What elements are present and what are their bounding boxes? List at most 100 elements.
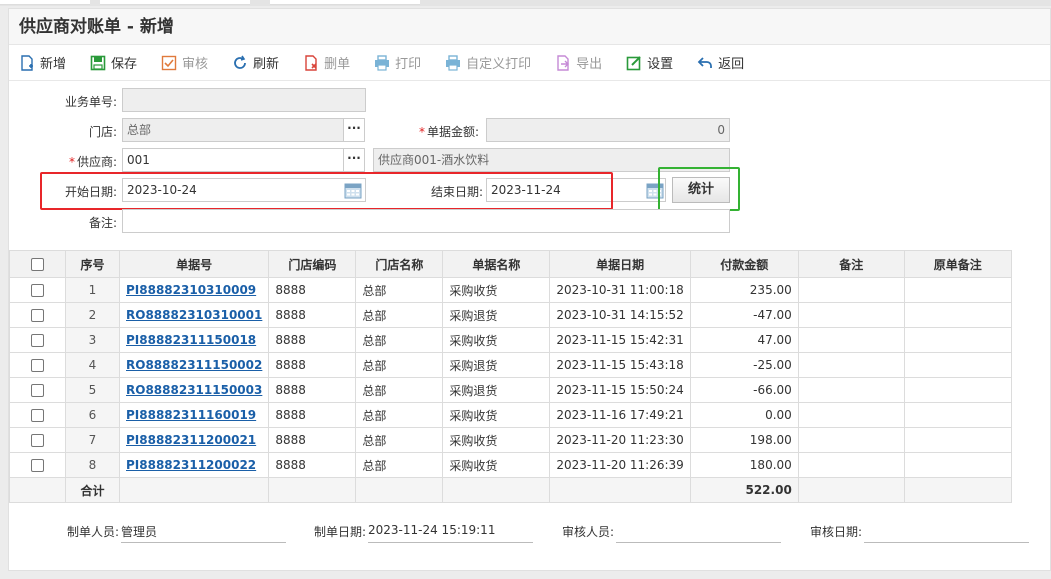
doc-no-link[interactable]: RO88882311150002: [118, 352, 270, 378]
table-row[interactable]: 8 PI88882311200022 8888 总部 采购收货 2023-11-20 11…: [9, 452, 1012, 478]
remark-cell[interactable]: [797, 452, 905, 478]
row-checkbox[interactable]: [31, 334, 44, 347]
total-amount: 522.00: [689, 477, 799, 503]
toolbar-button-refresh[interactable]: 刷新: [232, 53, 279, 72]
store-picker-button[interactable]: ···: [343, 118, 365, 142]
store-name-cell: 总部: [355, 427, 444, 453]
col-header: 单据名称: [442, 250, 551, 278]
select-all-checkbox[interactable]: [31, 258, 44, 271]
row-checkbox[interactable]: [31, 409, 44, 422]
row-checkbox[interactable]: [31, 309, 44, 322]
total-empty-cell: [549, 477, 691, 503]
toolbar-button-custom-print[interactable]: 自定义打印: [445, 53, 531, 72]
doc-no-link[interactable]: RO88882311150003: [118, 377, 270, 403]
supplier-picker-button[interactable]: ···: [343, 148, 365, 172]
toolbar-button-label: 审核: [182, 57, 209, 72]
store-code-cell: 8888: [268, 277, 357, 303]
remark-cell[interactable]: [797, 302, 905, 328]
remark-cell[interactable]: [797, 277, 905, 303]
store-field[interactable]: 总部: [122, 118, 344, 142]
auditor-label: 审核人员:: [562, 525, 615, 539]
supplier-code-field[interactable]: 001: [122, 148, 344, 172]
orig-remark-cell: [903, 377, 1012, 403]
creator-field: 管理员: [121, 523, 286, 543]
orig-remark-cell: [903, 452, 1012, 478]
tab[interactable]: [100, 0, 250, 5]
row-checkbox-cell: [9, 277, 66, 303]
doc-no-link[interactable]: PI88882311200021: [118, 427, 270, 453]
row-checkbox-cell: [9, 377, 66, 403]
doc-name-cell: 采购退货: [442, 302, 551, 328]
remark-label: 备注:: [88, 216, 117, 230]
table-row[interactable]: 1 PI88882310310009 8888 总部 采购收货 2023-10-31 11…: [9, 277, 1012, 303]
seq-cell: 8: [65, 452, 120, 478]
supplier-label-text: 供应商:: [76, 155, 117, 169]
toolbar-button-label: 删单: [324, 57, 351, 72]
remark-cell[interactable]: [797, 377, 905, 403]
doc-no-link[interactable]: PI88882311160019: [118, 402, 270, 428]
main-panel: 供应商对账单 - 新增 新增 保存 审核 刷新 删单 打印 自定义打印 导出 设置 返回 业务单号…: [8, 8, 1051, 571]
total-row: 合计 522.00: [9, 477, 1012, 503]
store-code-cell: 8888: [268, 377, 357, 403]
doc-date-cell: 2023-10-31 14:15:52: [549, 302, 691, 328]
doc-no-link[interactable]: PI88882311200022: [118, 452, 270, 478]
remark-field[interactable]: [122, 209, 730, 233]
total-empty-cell: [9, 477, 66, 503]
orig-remark-cell: [903, 352, 1012, 378]
audit-date-label: 审核日期:: [810, 525, 863, 539]
doc-no-link[interactable]: PI88882311150018: [118, 327, 270, 353]
row-checkbox[interactable]: [31, 284, 44, 297]
export-icon: [557, 54, 570, 71]
store-name-cell: 总部: [355, 377, 444, 403]
table-row[interactable]: 5 RO88882311150003 8888 总部 采购退货 2023-11-15 15…: [9, 377, 1012, 403]
store-name-cell: 总部: [355, 327, 444, 353]
store-code-cell: 8888: [268, 452, 357, 478]
row-checkbox-cell: [9, 352, 66, 378]
remark-cell[interactable]: [797, 427, 905, 453]
toolbar-button-approve[interactable]: 审核: [161, 53, 208, 72]
row-checkbox[interactable]: [31, 384, 44, 397]
row-checkbox[interactable]: [31, 459, 44, 472]
seq-cell: 3: [65, 327, 120, 353]
approve-icon: [161, 55, 177, 70]
delete-doc-icon: [305, 54, 317, 71]
row-checkbox[interactable]: [31, 434, 44, 447]
doc-no-link[interactable]: RO88882310310001: [118, 302, 270, 328]
total-empty-cell: [355, 477, 444, 503]
save-icon: [90, 55, 106, 70]
col-header: 门店编码: [268, 250, 357, 278]
tab-active[interactable]: [270, 0, 420, 5]
toolbar-button-save[interactable]: 保存: [90, 53, 137, 72]
store-name-cell: 总部: [355, 277, 444, 303]
table-row[interactable]: 6 PI88882311160019 8888 总部 采购收货 2023-11-16 17…: [9, 402, 1012, 428]
highlight-date-range-box: [40, 172, 613, 210]
seq-cell: 1: [65, 277, 120, 303]
toolbar-button-label: 导出: [576, 57, 603, 72]
table-row[interactable]: 2 RO88882310310001 8888 总部 采购退货 2023-10-31 14…: [9, 302, 1012, 328]
toolbar-button-export[interactable]: 导出: [555, 53, 602, 72]
table-row[interactable]: 3 PI88882311150018 8888 总部 采购收货 2023-11-15 15…: [9, 327, 1012, 353]
doc-name-cell: 采购收货: [442, 327, 551, 353]
table-row[interactable]: 4 RO88882311150002 8888 总部 采购退货 2023-11-15 15…: [9, 352, 1012, 378]
seq-cell: 4: [65, 352, 120, 378]
toolbar-button-label: 自定义打印: [466, 57, 532, 72]
amount-field[interactable]: 0: [486, 118, 730, 142]
toolbar-button-print[interactable]: 打印: [374, 53, 421, 72]
remark-cell[interactable]: [797, 402, 905, 428]
toolbar-button-back[interactable]: 返回: [697, 53, 744, 72]
table-row[interactable]: 7 PI88882311200021 8888 总部 采购收货 2023-11-20 11…: [9, 427, 1012, 453]
remark-cell[interactable]: [797, 352, 905, 378]
seq-cell: 6: [65, 402, 120, 428]
amount-label-text: 单据金额:: [426, 125, 479, 139]
row-checkbox[interactable]: [31, 359, 44, 372]
detail-table: 序号 单据号 门店编码 门店名称 单据名称 单据日期 付款金额 备注 原单备注 …: [9, 250, 1012, 503]
doc-no-link[interactable]: PI88882310310009: [118, 277, 270, 303]
toolbar-button-delete-doc[interactable]: 删单: [303, 53, 350, 72]
orig-remark-cell: [903, 427, 1012, 453]
doc-no-field[interactable]: [122, 88, 366, 112]
toolbar-button-add-doc[interactable]: 新增: [19, 53, 66, 72]
remark-cell[interactable]: [797, 327, 905, 353]
toolbar-button-settings[interactable]: 设置: [626, 53, 673, 72]
creator-label: 制单人员:: [67, 525, 120, 539]
tab[interactable]: [0, 0, 90, 5]
